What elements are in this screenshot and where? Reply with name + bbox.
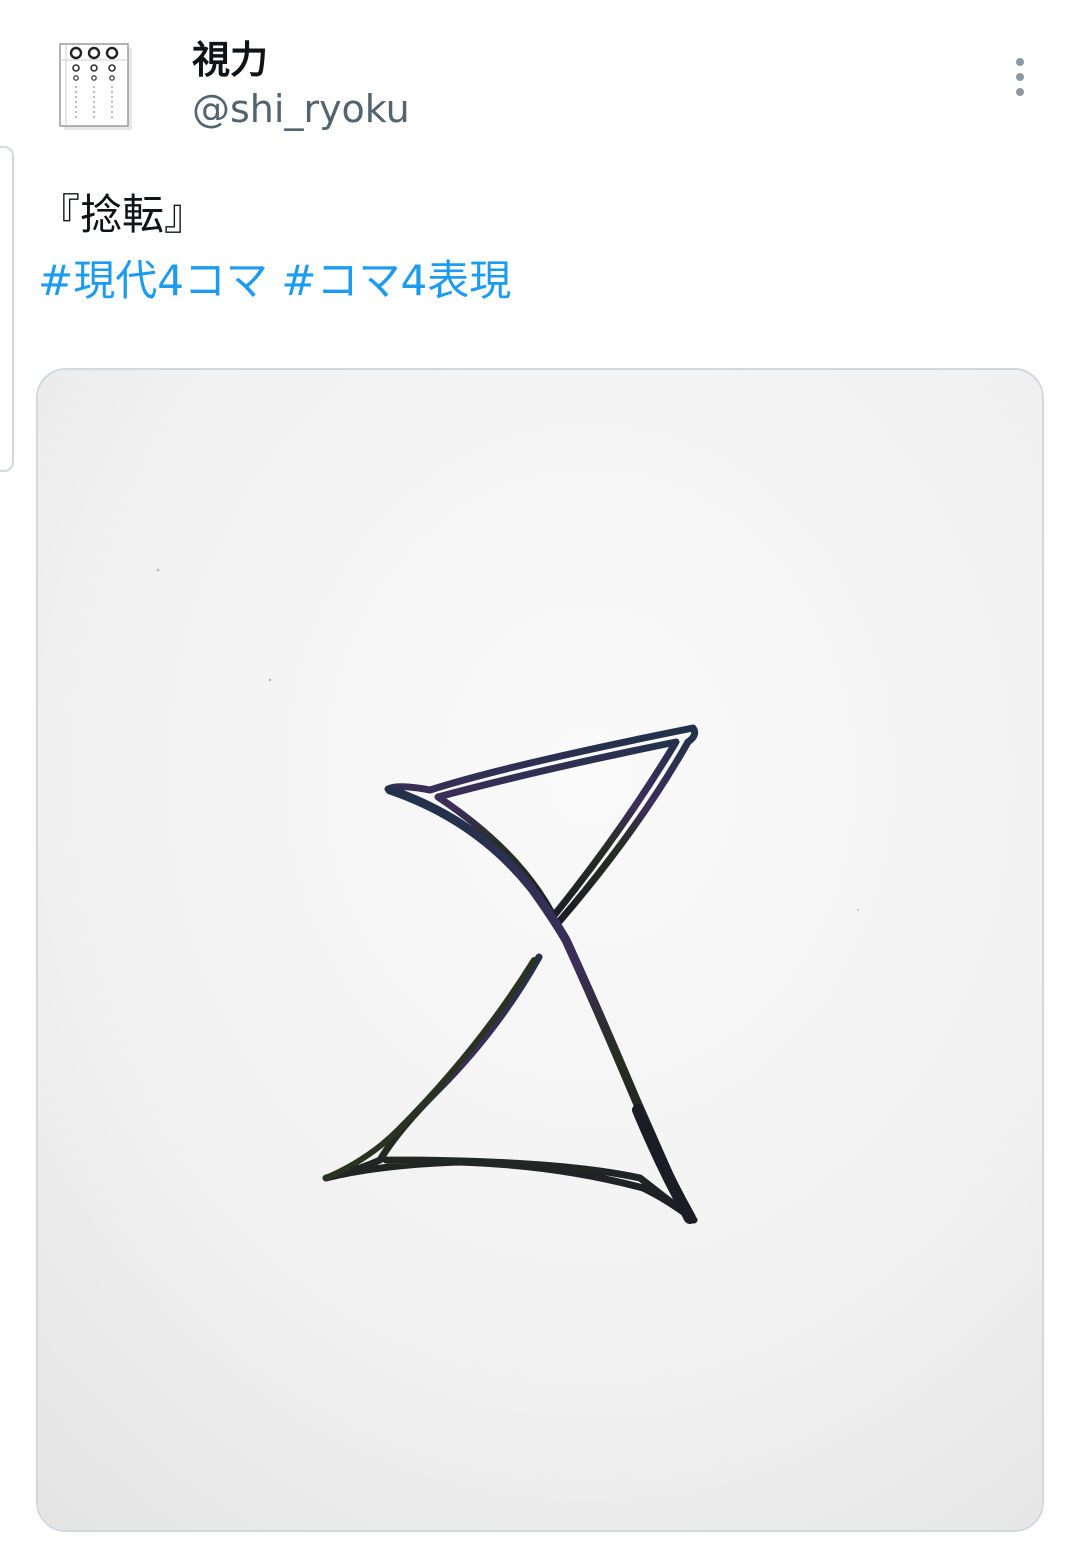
author-block[interactable]: 視力 @shi_ryoku [192,36,410,134]
tweet-title-text: 『捻転』 [38,190,207,239]
user-handle[interactable]: @shi_ryoku [192,84,410,134]
hashtag-line: #現代4コマ #コマ4表現 [38,248,1038,314]
hashtag-koma4-hyougen[interactable]: #コマ4表現 [281,256,511,305]
hourglass-drawing-image [38,370,1042,1530]
edge-panel-handle[interactable] [0,146,14,472]
vertical-ellipsis-icon [1016,58,1024,96]
tweet-photo[interactable] [36,368,1044,1532]
avatar[interactable] [58,42,134,132]
eye-chart-avatar-icon [59,43,132,130]
display-name[interactable]: 視力 [192,36,410,84]
tweet-text: 『捻転』 #現代4コマ #コマ4表現 [38,182,1038,314]
hashtag-gendai-4koma[interactable]: #現代4コマ [38,256,268,305]
more-options-button[interactable] [1000,52,1040,102]
